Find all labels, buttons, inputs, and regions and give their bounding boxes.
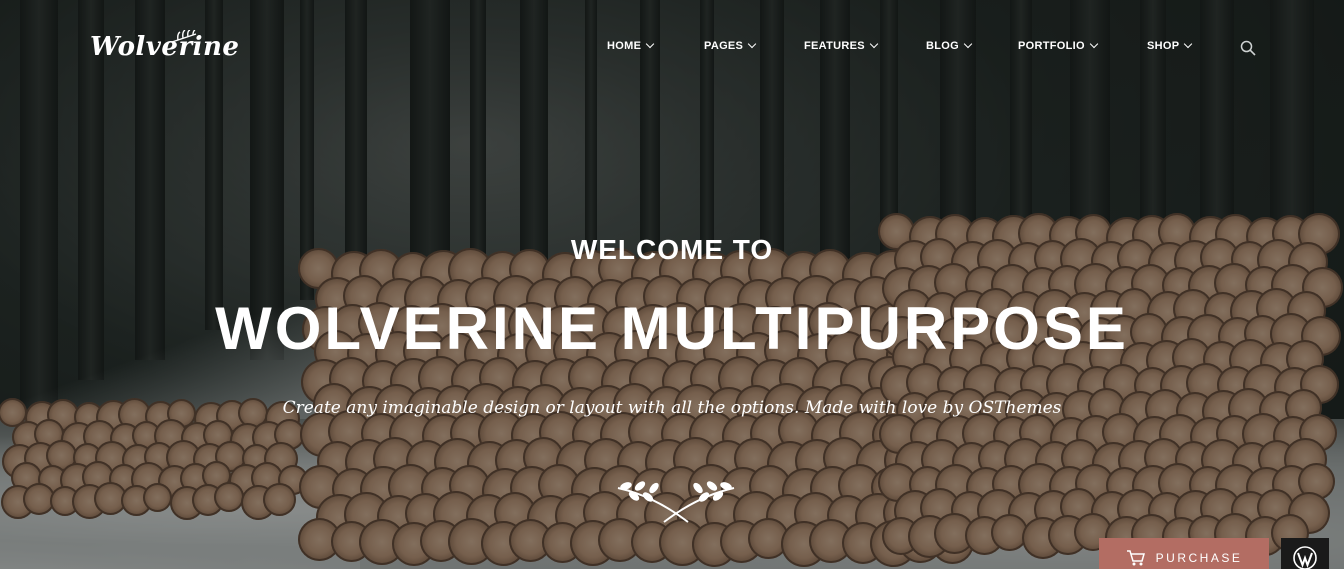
log-end — [143, 483, 172, 512]
search-icon[interactable] — [1240, 40, 1256, 56]
chevron-down-icon — [963, 39, 973, 49]
sprig-icon — [171, 30, 197, 43]
chevron-down-icon — [869, 39, 879, 49]
chevron-down-icon — [1184, 39, 1193, 49]
nav-item-label: PAGES — [704, 40, 744, 52]
nav-item-features[interactable]: FEATURES — [804, 39, 879, 52]
nav-item-shop[interactable]: SHOP — [1147, 39, 1193, 52]
nav-item-pages[interactable]: PAGES — [704, 39, 757, 52]
nav-item-label: SHOP — [1147, 40, 1180, 52]
nav-item-blog[interactable]: BLOG — [926, 39, 973, 52]
nav-item-label: BLOG — [926, 40, 959, 52]
site-logo[interactable]: Wolverine — [90, 32, 239, 62]
log-end — [214, 482, 244, 512]
log-end — [263, 483, 296, 516]
hero-welcome: WELCOME TO — [570, 234, 774, 265]
nav-item-label: FEATURES — [804, 40, 865, 52]
nav-item-label: HOME — [607, 40, 642, 52]
hero-tagline: Create any imaginable design or layout w… — [282, 398, 1062, 418]
wordpress-button[interactable] — [1281, 538, 1329, 569]
wordpress-icon — [1293, 546, 1317, 569]
site-header: Wolverine HOME PAGES FEATURES BLOG PORTF… — [0, 0, 1344, 96]
hero-section: Wolverine HOME PAGES FEATURES BLOG PORTF… — [0, 0, 1344, 569]
purchase-button[interactable]: PURCHASE — [1099, 538, 1269, 569]
hero-title: WOLVERINE MULTIPURPOSE — [215, 295, 1129, 362]
crossed-branches-icon — [617, 481, 735, 523]
nav-item-label: PORTFOLIO — [1018, 40, 1085, 52]
purchase-label: PURCHASE — [1155, 551, 1243, 565]
chevron-down-icon — [645, 39, 655, 49]
cart-icon — [1126, 550, 1145, 566]
chevron-down-icon — [1089, 39, 1099, 49]
nav-item-portfolio[interactable]: PORTFOLIO — [1018, 39, 1099, 52]
chevron-down-icon — [747, 39, 757, 49]
nav-item-home[interactable]: HOME — [607, 39, 655, 52]
